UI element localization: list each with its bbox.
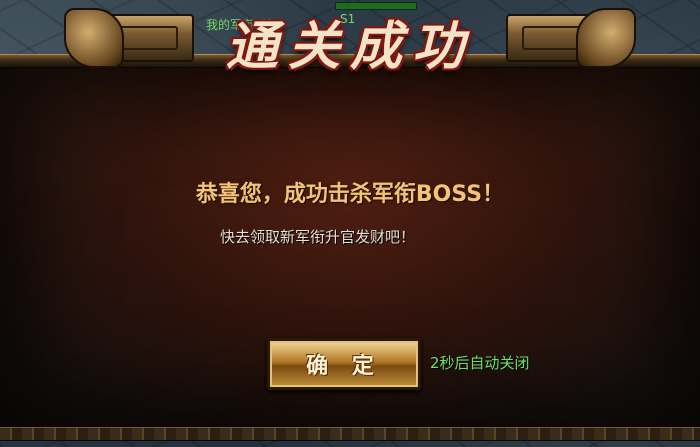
autoclose-countdown: 2秒后自动关闭 bbox=[430, 354, 530, 372]
dialog-submessage: 快去领取新军衔升官发财吧！ bbox=[220, 228, 416, 246]
confirm-button[interactable]: 确 定 bbox=[267, 338, 421, 390]
confirm-button-label: 确 定 bbox=[306, 353, 382, 379]
dialog-message: 恭喜您，成功击杀军衔BOSS！ bbox=[195, 182, 505, 207]
dialog-title: 通关成功 bbox=[225, 16, 474, 77]
dialog-bottom-rail bbox=[0, 427, 700, 441]
